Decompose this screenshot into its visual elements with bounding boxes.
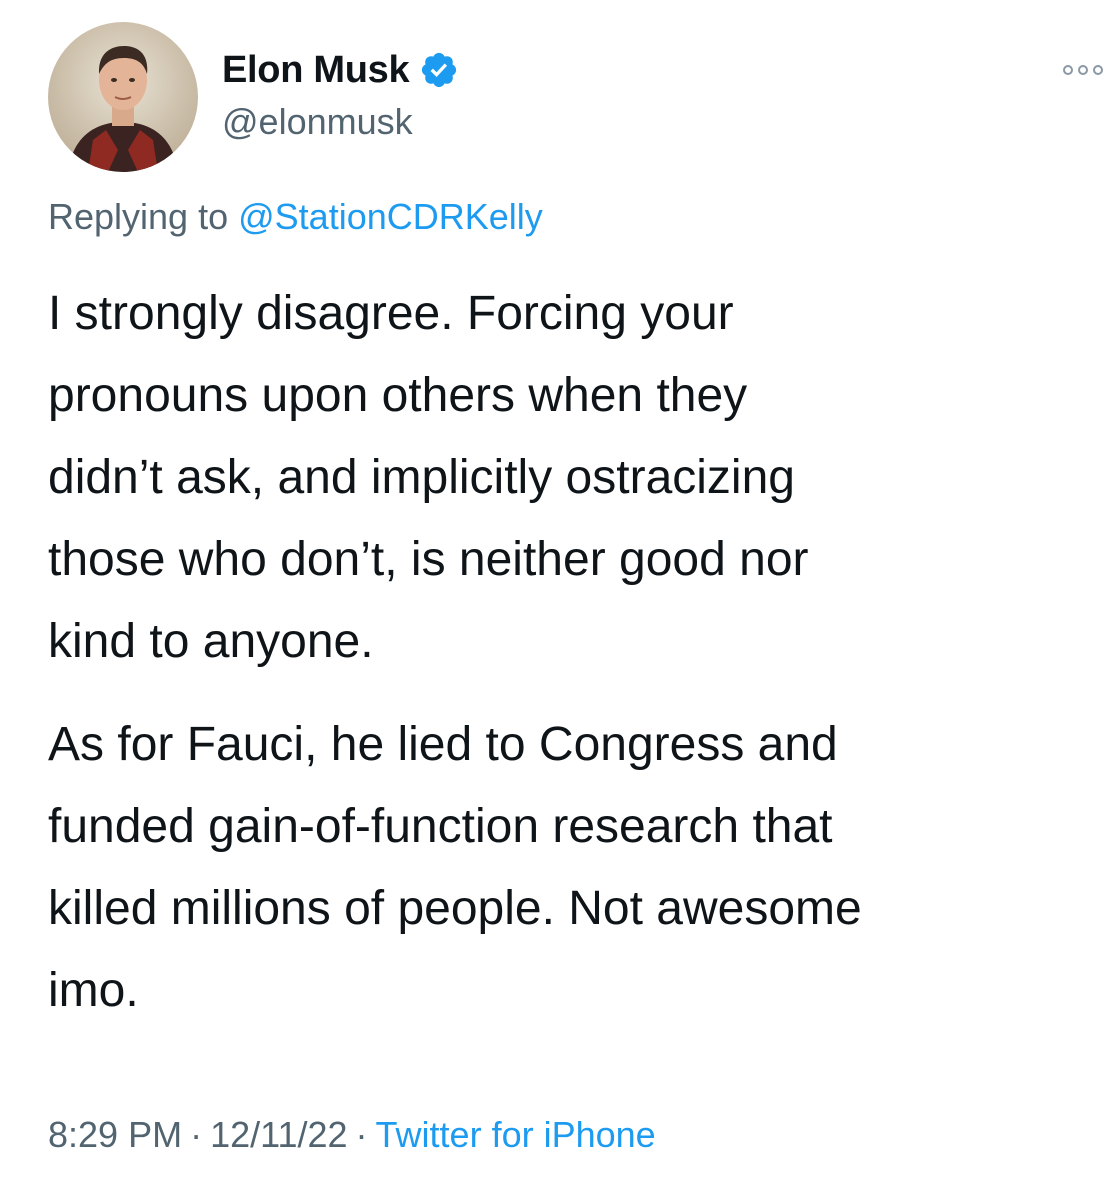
ellipsis-icon <box>1063 65 1103 75</box>
tweet-text-paragraph-1: I strongly disagree. Forcing your pronou… <box>48 273 1098 683</box>
tweet-text-line: As for Fauci, he lied to Congress and <box>48 718 838 771</box>
tweet-meta: 8:29 PM · 12/11/22 · Twitter for iPhone <box>48 1114 656 1156</box>
replying-to-label: Replying to <box>48 196 229 237</box>
tweet-text-line: killed millions of people. Not awesome <box>48 882 862 935</box>
tweet-text-line: those who don’t, is neither good nor <box>48 533 809 586</box>
tweet-text-line: I strongly disagree. Forcing your <box>48 287 734 340</box>
verified-badge-icon <box>419 50 459 90</box>
tweet-text-line: funded gain-of-function research that <box>48 800 833 853</box>
avatar-image <box>48 22 198 172</box>
author-name-row[interactable]: Elon Musk <box>222 44 459 96</box>
author-handle[interactable]: @elonmusk <box>222 101 413 143</box>
tweet-text-paragraph-2: As for Fauci, he lied to Congress and fu… <box>48 704 1098 1032</box>
tweet-text-line: kind to anyone. <box>48 615 374 668</box>
meta-separator: · <box>190 1114 203 1155</box>
more-options-button[interactable] <box>1060 50 1106 80</box>
tweet-card: Elon Musk @elonmusk Replying to @Station… <box>0 0 1109 1200</box>
replying-to-handle-link[interactable]: @StationCDRKelly <box>238 196 543 237</box>
tweet-source-link[interactable]: Twitter for iPhone <box>376 1114 656 1155</box>
meta-separator: · <box>355 1114 368 1155</box>
replying-to: Replying to @StationCDRKelly <box>48 196 543 238</box>
tweet-text-line: pronouns upon others when they <box>48 369 748 422</box>
tweet-text-line: imo. <box>48 964 139 1017</box>
author-name[interactable]: Elon Musk <box>222 49 410 92</box>
tweet-text-line: didn’t ask, and implicitly ostracizing <box>48 451 795 504</box>
avatar[interactable] <box>48 22 198 172</box>
tweet-date[interactable]: 12/11/22 <box>210 1114 347 1155</box>
tweet-time[interactable]: 8:29 PM <box>48 1114 182 1155</box>
